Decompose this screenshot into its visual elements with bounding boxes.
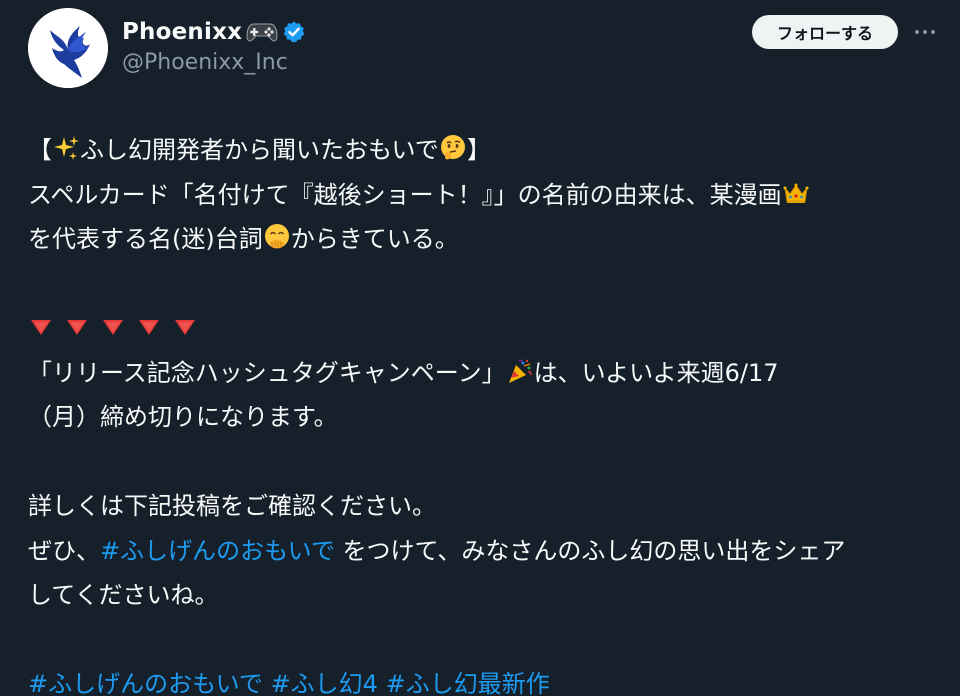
post-line: （月）締め切りになります。 (28, 403, 338, 431)
hand-over-mouth-face-icon (263, 223, 291, 251)
post-line2-text: スペルカード「名付けて『越後ショート！』」の名前の由来は、某漫画 (28, 180, 782, 209)
thinking-face-icon (439, 134, 467, 162)
hashtag-link[interactable]: #ふしげんのおもいで (100, 537, 335, 565)
hashtag-link[interactable]: #ふし幻4 (271, 670, 378, 696)
red-triangle-down-icon (28, 316, 54, 338)
post-line: 【 ふし幻開発者から聞いたおもいで 】 (28, 128, 940, 173)
post-line9-b: をつけて、みなさんのふし幻の思い出をシェア (334, 536, 846, 565)
bracket-close: 】 (466, 136, 491, 164)
phoenix-logo-icon (28, 8, 108, 88)
hashtag-link[interactable]: #ふし幻最新作 (386, 670, 550, 696)
user-handle[interactable]: @Phoenixx_Inc (122, 50, 288, 75)
hashtag-row: #ふしげんのおもいで #ふし幻4 #ふし幻最新作 (28, 662, 940, 696)
post-line (28, 306, 940, 351)
post-line3-b: からきている。 (290, 225, 459, 253)
red-triangle-down-icon (100, 316, 126, 338)
sparkles-icon (52, 134, 80, 162)
post-line5-a: 「リリース記念ハッシュタグキャンペーン」 (28, 358, 506, 387)
red-triangle-down-icon (64, 316, 90, 338)
post-line: スペルカード「名付けて『越後ショート！』」の名前の由来は、某漫画 (28, 173, 940, 218)
triangle-row (28, 316, 198, 338)
post-line: 「リリース記念ハッシュタグキャンペーン」 は、いよいよ来週6/17 (28, 351, 940, 396)
verified-badge-icon (282, 20, 306, 44)
user-name-row: Phoenixx (122, 14, 306, 50)
display-name[interactable]: Phoenixx (122, 19, 242, 45)
post-line: を代表する名(迷)台詞 からきている。 (28, 217, 940, 262)
party-popper-icon (506, 357, 534, 385)
post-line9-a: ぜひ、 (28, 536, 100, 565)
hashtag-link[interactable]: #ふしげんのおもいで (28, 670, 263, 696)
red-triangle-down-icon (172, 316, 198, 338)
follow-button[interactable]: フォローする (752, 15, 898, 49)
post-text: 【 ふし幻開発者から聞いたおもいで 】 スペルカード「名付けて『越後ショート！』… (28, 128, 940, 696)
post-line5-b: は、いよいよ来週6/17 (533, 358, 779, 387)
post-line: してくださいね。 (28, 581, 219, 609)
post-line1-text: ふし幻開発者から聞いたおもいで (80, 136, 439, 164)
crown-icon (782, 179, 810, 207)
post-line3-a: を代表する名(迷)台詞 (28, 225, 263, 253)
post-line: ぜひ、#ふしげんのおもいで をつけて、みなさんのふし幻の思い出をシェア (28, 529, 940, 574)
post-line: 詳しくは下記投稿をご確認ください。 (28, 492, 436, 520)
red-triangle-down-icon (136, 316, 162, 338)
bracket-open: 【 (28, 136, 52, 164)
gamepad-icon (246, 20, 278, 44)
more-dots-icon[interactable] (910, 18, 940, 46)
avatar[interactable] (28, 8, 108, 88)
